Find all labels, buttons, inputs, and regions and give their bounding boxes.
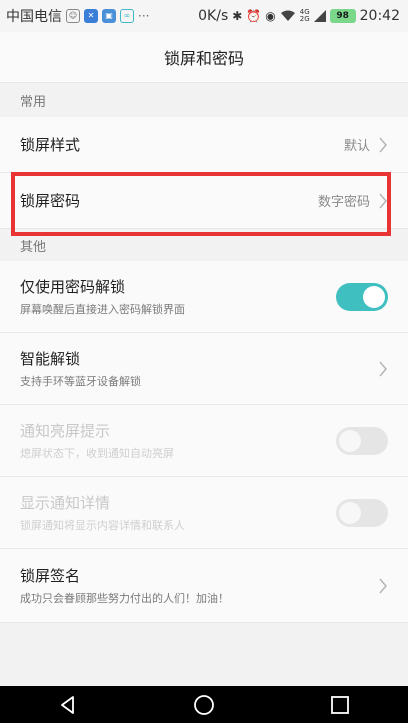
- toggle-knob: [363, 285, 385, 308]
- notify-detail-title: 显示通知详情: [20, 494, 111, 512]
- smart-unlock-title: 智能解锁: [20, 350, 81, 368]
- lock-signature-subtitle: 成功只会眷顾那些努力付出的人们！加油！: [20, 592, 229, 605]
- section-header-common: 常用: [0, 83, 408, 117]
- notify-detail-toggle: [336, 498, 388, 527]
- alarm-icon: ⏰: [246, 9, 262, 23]
- notify-detail-subtitle: 锁屏通知将显示内容详情和联系人: [20, 519, 185, 532]
- page-title-bar: 锁屏和密码: [0, 32, 408, 83]
- app-notification-icon: ✕: [84, 9, 98, 23]
- chevron-right-icon: [379, 361, 387, 376]
- chevron-right-icon: [379, 193, 387, 208]
- password-unlock-subtitle: 屏幕唤醒后直接进入密码解锁界面: [20, 303, 185, 316]
- notification-icon: ☺: [66, 9, 80, 23]
- section-label: 其他: [20, 239, 47, 255]
- notify-wake-title: 通知亮屏提示: [20, 422, 111, 440]
- more-dots-icon: ···: [138, 9, 150, 23]
- home-button[interactable]: [184, 686, 224, 723]
- recents-button[interactable]: [320, 686, 360, 723]
- section-label: 常用: [20, 94, 47, 110]
- chevron-right-icon: [379, 578, 387, 593]
- bluetooth-icon: ✱: [232, 9, 243, 23]
- carrier-label: 中国电信: [6, 9, 62, 25]
- battery-icon: 98: [329, 9, 356, 23]
- notify-wake-row: 通知亮屏提示 熄屏状态下，收到通知自动亮屏: [0, 405, 408, 477]
- status-bar: 中国电信 ☺ ✕ ▣ ∞ ··· 0K/s ✱ ⏰ ◉ 4G 2G 98 20:…: [0, 0, 408, 32]
- lock-signature-title: 锁屏签名: [20, 567, 81, 585]
- recents-square-icon: [331, 695, 349, 714]
- lock-password-value: 数字密码: [317, 195, 370, 210]
- password-unlock-toggle[interactable]: [336, 282, 388, 311]
- lock-style-row[interactable]: 锁屏样式 默认: [0, 117, 408, 173]
- page-title: 锁屏和密码: [163, 49, 244, 68]
- section-header-other: 其他: [0, 229, 408, 261]
- smart-unlock-subtitle: 支持手环等蓝牙设备解锁: [20, 375, 141, 388]
- lock-signature-row[interactable]: 锁屏签名 成功只会眷顾那些努力付出的人们！加油！: [0, 549, 408, 623]
- message-notification-icon: ∞: [120, 9, 134, 23]
- navigation-bar: [0, 686, 408, 723]
- chevron-right-icon: [379, 137, 387, 152]
- password-unlock-row[interactable]: 仅使用密码解锁 屏幕唤醒后直接进入密码解锁界面: [0, 261, 408, 333]
- lock-password-row[interactable]: 锁屏密码 数字密码: [0, 173, 408, 229]
- password-unlock-title: 仅使用密码解锁: [20, 278, 126, 296]
- wifi-icon: [280, 10, 296, 22]
- eye-comfort-icon: ◉: [265, 9, 276, 23]
- clock: 20:42: [359, 8, 400, 24]
- back-button[interactable]: [48, 686, 88, 723]
- notify-wake-subtitle: 熄屏状态下，收到通知自动亮屏: [20, 447, 174, 460]
- toggle-knob: [339, 429, 361, 452]
- lock-style-title: 锁屏样式: [20, 136, 81, 154]
- notify-detail-row: 显示通知详情 锁屏通知将显示内容详情和联系人: [0, 477, 408, 549]
- lock-style-value: 默认: [343, 139, 370, 154]
- toggle-knob: [339, 501, 361, 524]
- cell-signal-icon: [313, 10, 326, 22]
- lock-password-title: 锁屏密码: [20, 192, 81, 210]
- home-circle-icon: [194, 694, 214, 715]
- signal-icon: 4G 2G: [299, 8, 310, 23]
- net-speed: 0K/s: [198, 8, 229, 24]
- back-triangle-icon: [61, 695, 74, 714]
- gallery-notification-icon: ▣: [102, 9, 116, 23]
- smart-unlock-row[interactable]: 智能解锁 支持手环等蓝牙设备解锁: [0, 333, 408, 405]
- notify-wake-toggle: [336, 426, 388, 455]
